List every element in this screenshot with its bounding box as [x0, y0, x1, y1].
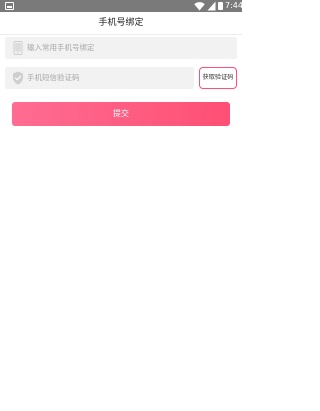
status-bar: 7:44	[0, 0, 243, 12]
phone-field[interactable]: 输入常用手机号绑定	[5, 37, 237, 59]
sms-code-placeholder: 手机短信验证码	[27, 73, 80, 82]
notification-icon	[5, 2, 14, 10]
shield-check-icon	[13, 71, 23, 85]
page-title: 手机号绑定	[98, 18, 144, 28]
sms-code-field[interactable]: 手机短信验证码	[5, 67, 194, 89]
battery-icon	[218, 2, 223, 10]
status-time: 7:44	[225, 1, 243, 10]
phone-icon	[13, 41, 23, 55]
phone-placeholder: 输入常用手机号绑定	[27, 43, 95, 52]
wifi-icon	[194, 2, 205, 11]
title-bar: 手机号绑定	[0, 12, 242, 35]
submit-button[interactable]: 提交	[12, 102, 230, 126]
signal-icon	[207, 1, 216, 11]
get-code-button[interactable]: 获取验证码	[199, 67, 237, 89]
